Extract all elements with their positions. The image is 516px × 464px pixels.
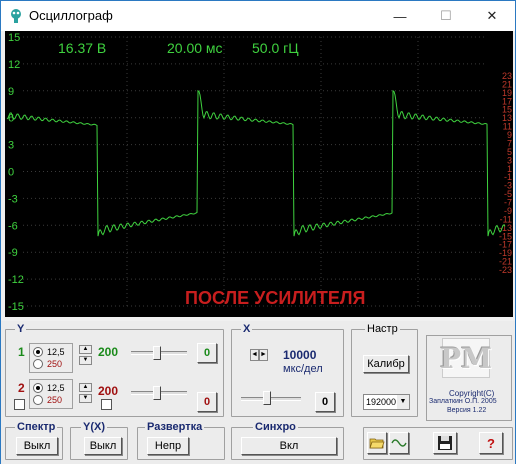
maximize-button[interactable]: ☐ [423,1,469,31]
close-button[interactable]: ✕ [469,1,515,31]
window-title: Осциллограф [29,8,113,23]
x-scale-left[interactable]: ◄ [250,349,259,361]
left-axis-tick-label: 0 [8,167,14,179]
left-axis-tick-label: -6 [8,220,18,232]
ch2-range-250-radio[interactable] [33,395,43,405]
x-scale-unit: мкс/дел [283,363,323,375]
floppy-disk-icon [438,436,452,450]
title-bar[interactable]: Осциллограф — ☐ ✕ [1,1,515,31]
sync-group-label: Синхро [253,421,298,433]
ch1-offset-value: 0 [203,347,211,359]
spectrum-group-label: Спектр [15,421,58,433]
sweep-mode-button[interactable]: Непр [147,437,189,455]
ch1-range-12-label: 12,5 [47,347,65,357]
scope-caption: ПОСЛЕ УСИЛИТЕЛЯ [185,288,365,308]
help-icon: ? [487,435,495,451]
left-axis-tick-label: -3 [8,193,18,205]
help-button[interactable]: ? [479,432,503,454]
settings-group-label: Настр [365,323,400,335]
frequency-readout: 50.0 гЦ [252,40,299,56]
ch2-gain-down[interactable]: ▼ [79,394,92,403]
ch1-offset-button[interactable]: 0 [197,343,217,363]
folder-icon [369,438,385,449]
chevron-down-icon[interactable]: ▼ [397,395,409,409]
left-axis-ticks: 15129630-3-6-9-12-15 [8,32,24,313]
signal-trace [6,89,506,237]
x-slider-thumb[interactable] [263,391,271,405]
sweep-group-label: Развертка [145,421,205,433]
ch1-slider-thumb[interactable] [153,346,161,360]
save-button[interactable] [433,432,457,454]
waveform-button[interactable] [389,432,409,454]
ch1-range-250-label: 250 [47,359,63,369]
sweep-mode-label: Непр [154,440,182,452]
calibrate-button[interactable]: Калибр [363,355,409,373]
minimize-icon: — [393,8,407,24]
open-file-button[interactable] [367,432,387,454]
left-axis-tick-label: -15 [8,301,24,313]
x-scale-value: 10000 [283,348,317,362]
x-offset-button[interactable]: 0 [315,392,335,412]
baud-select[interactable]: 192000 ▼ [363,394,410,410]
ch2-range-12-radio[interactable] [33,383,43,393]
left-axis-tick-label: 15 [8,32,20,44]
time-readout: 20.00 мс [167,40,223,56]
logo: PM [440,338,492,378]
left-axis-tick-label: -12 [8,274,24,286]
sine-wave-icon [391,439,407,447]
ch2-offset-button[interactable]: 0 [197,392,217,412]
ch1-range-250-radio[interactable] [33,359,43,369]
ch2-range-12-label: 12,5 [47,383,65,393]
control-panel: Y 1 12,5 250 ▲ ▼ 200 0 2 12,5 250 ▲ ▼ 20… [1,321,515,464]
ch1-gain-up[interactable]: ▲ [79,345,92,354]
copyright-line1: Copyright(C) [449,389,495,398]
x-offset-value: 0 [321,396,329,408]
left-axis-tick-label: 9 [8,86,14,98]
maximize-icon: ☐ [440,8,452,23]
voltage-readout: 16.37 В [58,40,106,56]
ch2-invert-checkbox[interactable] [101,399,112,410]
app-icon [11,9,21,23]
right-axis-tick-label: -23 [499,265,512,275]
left-axis-tick-label: 3 [8,140,14,152]
right-axis-ticks: 2321191715131197531-1-3-5-7-9-11-13-15-1… [499,71,512,275]
y-group-label: Y [15,323,27,335]
ch1-range-12-radio[interactable] [33,347,43,357]
sync-toggle-label: Вкл [279,440,299,452]
scope-screen[interactable]: 15 12 9 6 3 0 -3 -6 -9 -12 -15 23 21 19 17 15 13 11 9 7 5 3 1… [5,31,513,317]
ch2-gain-up[interactable]: ▲ [79,383,92,392]
ch2-enable-checkbox[interactable] [14,399,25,410]
ch2-slider-thumb[interactable] [153,386,161,400]
x-offset-slider[interactable] [241,397,301,401]
sync-toggle-button[interactable]: Вкл [241,437,337,455]
minimize-button[interactable]: — [377,1,423,31]
close-icon: ✕ [486,8,498,23]
ch1-gain-value: 200 [98,345,119,359]
ch2-offset-value: 0 [203,396,211,408]
calibrate-button-label: Калибр [367,358,405,370]
spectrum-toggle-button[interactable]: Выкл [16,437,58,455]
left-axis-tick-label: 12 [8,59,20,71]
ch2-number: 2 [18,381,25,395]
oscilloscope-window: Осциллограф — ☐ ✕ 15 12 9 6 3 0 -3 -6 -9 -12 -15 2… [0,0,516,464]
yx-toggle-button[interactable]: Выкл [84,437,122,455]
x-scale-right[interactable]: ► [259,349,268,361]
yx-group-label: Y(X) [81,421,107,433]
ch2-gain-value: 200 [98,384,119,398]
yx-toggle-label: Выкл [89,440,117,452]
ch1-gain-down[interactable]: ▼ [79,356,92,365]
scope-plot: 15129630-3-6-9-12-15 2321191715131197531… [6,32,512,313]
spectrum-toggle-label: Выкл [23,440,51,452]
version-text: Версия 1.22 [447,407,487,414]
left-axis-tick-label: -9 [8,247,18,259]
ch1-number: 1 [18,345,25,359]
scope-grid [23,36,485,307]
ch2-range-250-label: 250 [47,395,63,405]
copyright-line2: Заплаткин О.П. 2005 [429,398,497,405]
x-group-label: X [241,323,253,335]
baud-select-value: 192000 [366,397,397,407]
